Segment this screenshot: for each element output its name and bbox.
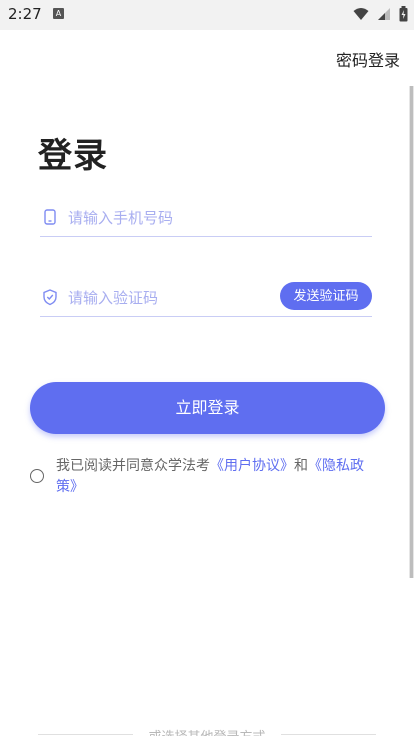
- verification-code-input[interactable]: [68, 286, 288, 310]
- wifi-icon: [353, 8, 369, 20]
- agreement-and: 和: [294, 458, 308, 474]
- shield-icon: [43, 289, 57, 306]
- battery-icon: [399, 6, 408, 22]
- page-title: 登录: [38, 136, 108, 176]
- phone-field: [40, 200, 372, 237]
- password-login-link[interactable]: 密码登录: [336, 47, 400, 71]
- status-time: 2:27: [8, 5, 42, 23]
- status-bar: 2:27 A: [0, 0, 414, 30]
- notification-icon: A: [53, 8, 64, 19]
- agreement-prefix: 我已阅读并同意众学法考: [56, 458, 210, 474]
- phone-input[interactable]: [68, 206, 288, 230]
- signal-icon: [377, 8, 390, 20]
- top-bar: 密码登录: [0, 30, 414, 86]
- other-login-section: 或选择其他登录方式: [0, 722, 414, 736]
- status-icons: [350, 6, 408, 22]
- divider-right: [281, 734, 376, 735]
- send-code-button[interactable]: 发送验证码: [280, 282, 372, 310]
- agreement-radio[interactable]: [30, 469, 44, 483]
- login-button[interactable]: 立即登录: [30, 382, 385, 434]
- scrollbar-thumb[interactable]: [410, 86, 413, 578]
- user-agreement-link[interactable]: 《用户协议》: [210, 458, 294, 474]
- verification-code-field: 发送验证码: [40, 280, 372, 317]
- phone-icon: [44, 209, 56, 225]
- agreement-text: 我已阅读并同意众学法考《用户协议》和《隐私政策》: [56, 456, 376, 498]
